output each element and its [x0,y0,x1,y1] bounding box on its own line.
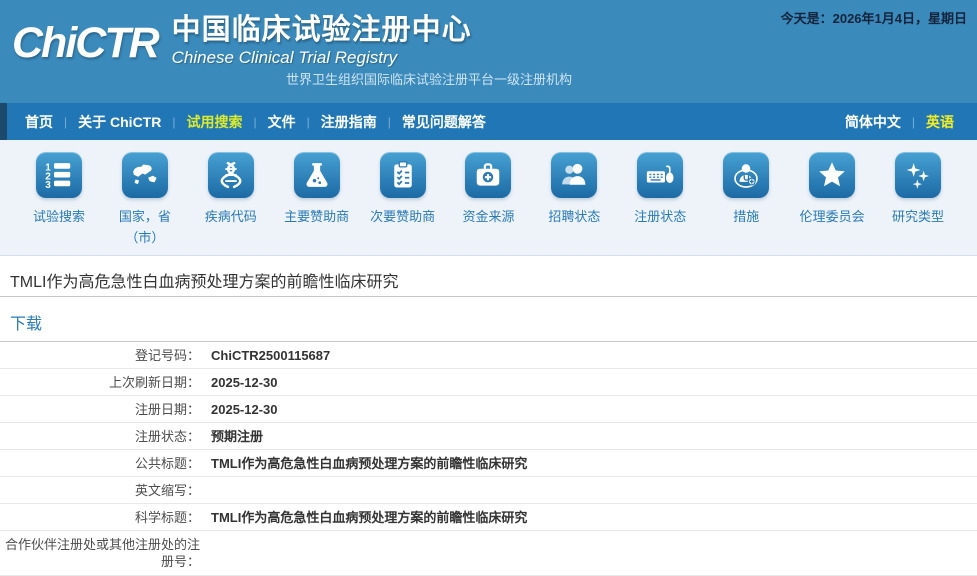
search-filters-panel: 123 试验搜索 国家，省 （市） 疾病代码 主要赞助商 次要赞助商 资金来源 [0,140,977,256]
filter-label: 主要赞助商 [284,209,350,224]
who-registry-subtitle: 世界卫生组织国际临床试验注册平台一级注册机构 [286,72,573,87]
filter-interventions[interactable]: 措施 [703,152,789,255]
filter-label: 试验搜索 [32,209,85,224]
field-label-public-title: 公共标题： [134,455,200,471]
page-title: TMLI作为高危急性白血病预处理方案的前瞻性临床研究 [10,274,399,291]
filter-trial-search[interactable]: 123 试验搜索 [16,152,102,255]
keyboard-mouse-icon [637,152,684,198]
page-title-bar: TMLI作为高危急性白血病预处理方案的前瞻性临床研究 [0,256,977,297]
filter-label: 研究类型 [892,209,945,224]
filter-label: 资金来源 [462,209,515,224]
table-row: 英文缩写： [0,477,977,504]
field-label-scientific-title: 科学标题： [134,509,200,525]
medical-bag-icon [465,152,512,198]
chictr-logo[interactable]: ChiCTR [12,13,160,73]
filter-label: 次要赞助商 [370,209,436,224]
nav-separator [253,115,256,129]
filter-disease-code[interactable]: 疾病代码 [188,152,274,255]
world-map-icon [121,152,168,198]
nav-separator [172,115,175,129]
nav-separator [307,115,310,129]
field-label-english-acronym: 英文缩写： [134,482,200,498]
filter-primary-sponsor[interactable]: 主要赞助商 [274,152,360,255]
doctor-icon [723,152,770,198]
nav-item-registration-guide[interactable]: 注册指南 [321,112,377,132]
filter-ethics-committee[interactable]: 伦理委员会 [789,152,875,255]
nav-item-about[interactable]: 关于 ChiCTR [78,112,161,132]
sparkles-icon [895,152,942,198]
download-link[interactable]: 下载 [10,316,42,333]
svg-text:3: 3 [45,180,51,190]
nav-item-trial-search[interactable]: 试用搜索 [186,112,242,132]
table-row: 注册状态： 预期注册 [0,423,977,450]
filter-label: 疾病代码 [204,209,257,224]
nav-item-documents[interactable]: 文件 [268,112,296,132]
site-header: ChiCTR 中国临床试验注册中心 Chinese Clinical Trial… [0,0,977,103]
filter-funding-source[interactable]: 资金来源 [446,152,532,255]
field-value-registration-date: 2025-12-30 [211,401,278,417]
main-nav: 首页 关于 ChiCTR 试用搜索 文件 注册指南 常见问题解答 简体中文 英语 [0,103,977,140]
field-label-registration-number: 登记号码： [134,347,200,363]
people-icon [551,152,598,198]
table-row: 合作伙伴注册处或其他注册处的注册号： [0,531,977,576]
nav-item-home[interactable]: 首页 [25,112,53,132]
table-row: 科学标题： TMLI作为高危急性白血病预处理方案的前瞻性临床研究 [0,504,977,531]
nav-separator [388,115,391,129]
numbered-list-icon: 123 [35,152,82,198]
filter-label: 招聘状态 [548,209,601,224]
table-row: 公共标题： TMLI作为高危急性白血病预处理方案的前瞻性临床研究 [0,450,977,477]
download-bar: 下载 [0,297,977,342]
field-value-registration-status: 预期注册 [211,428,264,444]
field-value-public-title: TMLI作为高危急性白血病预处理方案的前瞻性临床研究 [211,455,528,471]
star-icon [809,152,856,198]
filter-country-province[interactable]: 国家，省 （市） [102,152,188,255]
filter-secondary-sponsor[interactable]: 次要赞助商 [360,152,446,255]
dna-icon [207,152,254,198]
table-row: 登记号码： ChiCTR2500115687 [0,342,977,369]
field-label-registration-date: 注册日期： [134,401,200,417]
lang-english[interactable]: 英语 [926,112,954,132]
nav-separator [64,115,67,129]
brand-titles: 中国临床试验注册中心 Chinese Clinical Trial Regist… [172,13,472,69]
site-title-chinese: 中国临床试验注册中心 [171,14,472,46]
filter-label: 注册状态 [634,209,687,224]
clipboard-checklist-icon [379,152,426,198]
nav-item-faq[interactable]: 常见问题解答 [402,112,486,132]
field-label-last-refreshed: 上次刷新日期： [108,374,200,390]
site-title-english: Chinese Clinical Trial Registry [171,48,398,67]
nav-left-notch [0,103,7,140]
filter-label: 国家，省 （市） [118,209,171,245]
filter-recruiting-status[interactable]: 招聘状态 [531,152,617,255]
field-value-last-refreshed: 2025-12-30 [211,374,278,390]
table-row: 上次刷新日期： 2025-12-30 [0,369,977,396]
field-value-scientific-title: TMLI作为高危急性白血病预处理方案的前瞻性临床研究 [211,509,528,525]
filter-label: 伦理委员会 [799,209,865,224]
lang-simplified-chinese[interactable]: 简体中文 [845,112,901,132]
trial-fields-table: 登记号码： ChiCTR2500115687 上次刷新日期： 2025-12-3… [0,342,977,576]
field-label-registration-status: 注册状态： [134,428,200,444]
filter-study-type[interactable]: 研究类型 [875,152,961,255]
trial-detail-content: TMLI作为高危急性白血病预处理方案的前瞻性临床研究 下载 登记号码： ChiC… [0,256,977,576]
current-date: 今天是：2026年1月4日，星期日 [780,11,967,26]
field-label-partner-registry-number: 合作伙伴注册处或其他注册处的注册号： [4,537,200,569]
field-value-registration-number: ChiCTR2500115687 [211,347,331,363]
filter-registration-status[interactable]: 注册状态 [617,152,703,255]
nav-separator [912,115,915,129]
brand-block: ChiCTR 中国临床试验注册中心 Chinese Clinical Trial… [12,13,472,73]
table-row: 注册日期： 2025-12-30 [0,396,977,423]
flask-icon [293,152,340,198]
filter-label: 措施 [733,209,760,224]
language-switcher: 简体中文 英语 [834,112,977,132]
